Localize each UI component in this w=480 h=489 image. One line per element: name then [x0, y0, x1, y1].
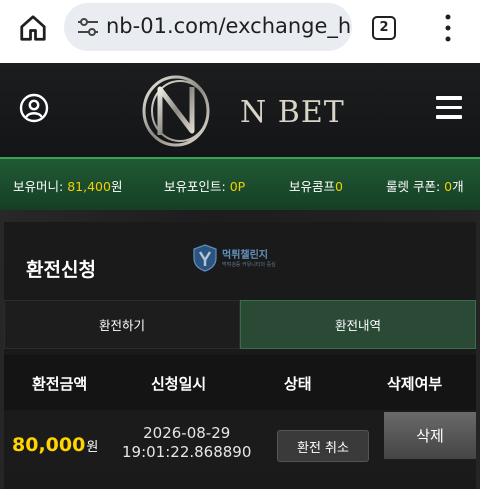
comp-label: 보유콤프 [289, 179, 336, 194]
user-icon[interactable] [19, 93, 49, 123]
main-content: 환전신청 먹튀챌린지 먹튀검증 커뮤니티의 중심 환전하기 환전내역 환전금액 … [0, 210, 480, 489]
amount-value: 80,000 [12, 434, 86, 456]
comp-value: 0 [335, 179, 343, 194]
money-balance: 보유머니: 81,400원 [13, 176, 122, 195]
exchange-amount: 80,000원 [12, 434, 98, 456]
table-row: 80,000원 2026-08-29 19:01:22.868890 환전 취소… [4, 412, 476, 474]
column-header-delete: 삭제여부 [387, 375, 443, 393]
money-unit: 원 [110, 179, 123, 194]
cancel-exchange-button[interactable]: 환전 취소 [277, 430, 369, 462]
site-logo[interactable]: N BET [128, 73, 358, 149]
column-header-amount: 환전금액 [32, 375, 88, 393]
requested-at: 2026-08-29 19:01:22.868890 [122, 424, 251, 462]
watermark-subtitle: 먹튀검증 커뮤니티의 중심 [222, 262, 276, 268]
url-text: nb-01.com/exchange_his [106, 14, 352, 38]
watermark-name: 먹튀챌린지 [222, 250, 268, 261]
points-balance: 보유포인트: 0P [164, 176, 245, 195]
watermark: 먹튀챌린지 먹튀검증 커뮤니티의 중심 [192, 244, 332, 278]
column-header-requested-at: 신청일시 [151, 375, 207, 393]
points-value: 0P [229, 179, 246, 194]
shield-icon [193, 244, 217, 272]
amount-unit: 원 [86, 440, 99, 455]
logo-text: N BET [240, 95, 345, 130]
site-header: N BET [0, 63, 480, 157]
table-header: 환전금액 신청일시 상태 삭제여부 [4, 355, 476, 410]
tab-switcher-button[interactable]: 2 [372, 16, 396, 40]
hamburger-menu-icon[interactable] [436, 96, 462, 120]
logo-emblem-icon [142, 75, 210, 147]
money-label: 보유머니: [13, 179, 68, 194]
balance-bar: 보유머니: 81,400원 보유포인트: 0P 보유콤프0 룰렛 쿠폰: 0개 [0, 157, 480, 210]
more-options-icon[interactable] [444, 13, 452, 43]
roulette-value: 0 [444, 179, 453, 194]
roulette-unit: 개 [452, 179, 464, 194]
delete-button[interactable]: 삭제 [384, 412, 476, 459]
roulette-label: 룰렛 쿠폰: [386, 179, 445, 194]
tab-exchange[interactable]: 환전하기 [4, 300, 240, 349]
request-date: 2026-08-29 [143, 424, 231, 442]
home-icon[interactable] [18, 13, 48, 43]
address-bar[interactable]: nb-01.com/exchange_his [64, 3, 352, 51]
tab-exchange-history[interactable]: 환전내역 [240, 300, 476, 349]
column-header-status: 상태 [284, 375, 312, 393]
browser-toolbar: nb-01.com/exchange_his 2 [0, 0, 480, 63]
roulette-coupon-balance: 룰렛 쿠폰: 0개 [386, 176, 464, 195]
points-label: 보유포인트: [164, 179, 230, 194]
site-settings-icon[interactable] [76, 16, 100, 38]
money-value: 81,400 [67, 179, 111, 194]
page-title: 환전신청 [26, 259, 96, 281]
comp-balance: 보유콤프0 [289, 176, 343, 195]
request-time: 19:01:22.868890 [122, 443, 252, 461]
exchange-panel: 환전신청 먹튀챌린지 먹튀검증 커뮤니티의 중심 환전하기 환전내역 환전금액 … [4, 222, 476, 489]
